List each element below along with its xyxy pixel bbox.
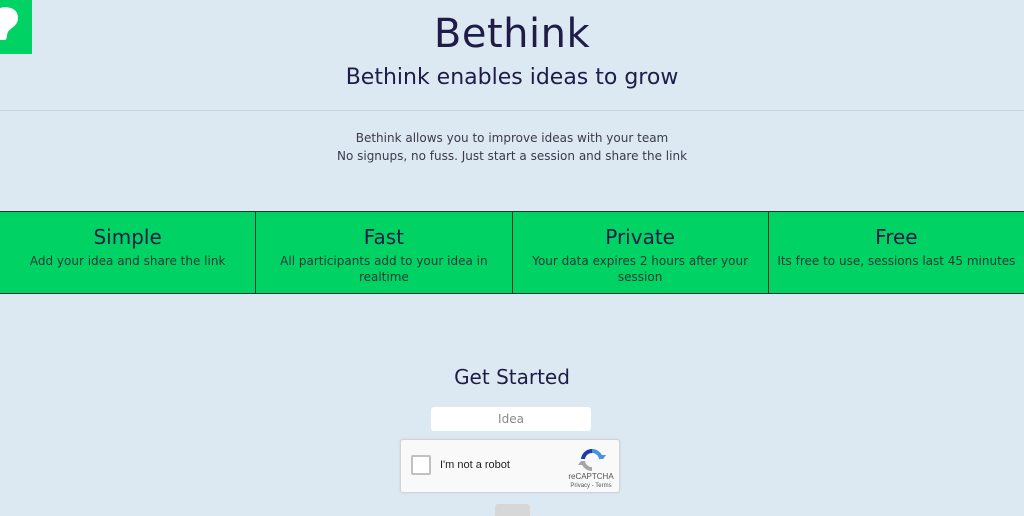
description: Bethink allows you to improve ideas with… [0, 129, 1024, 165]
feature-title: Free [875, 225, 918, 249]
description-line-1: Bethink allows you to improve ideas with… [355, 131, 669, 145]
page-subtitle: Bethink enables ideas to grow [345, 65, 679, 90]
feature-fast: Fast All participants add to your idea i… [256, 211, 513, 294]
feature-text: All participants add to your idea in rea… [280, 254, 488, 284]
recaptcha-links[interactable]: Privacy - Terms [561, 483, 621, 489]
recaptcha-brand: reCAPTCHA [568, 472, 614, 481]
feature-simple: Simple Add your idea and share the link [0, 211, 257, 294]
idea-input[interactable] [431, 407, 591, 431]
feature-text: Its free to use, sessions last 45 minute… [777, 254, 1016, 268]
start-session-button[interactable] [495, 504, 530, 516]
feature-title: Private [605, 225, 675, 249]
features-strip: Simple Add your idea and share the link … [0, 211, 1024, 294]
recaptcha-label: I'm not a robot [440, 459, 510, 471]
get-started-heading: Get Started [454, 365, 570, 389]
page-title: Bethink [433, 11, 591, 57]
recaptcha-checkbox[interactable] [411, 455, 431, 475]
feature-free: Free Its free to use, sessions last 45 m… [768, 211, 1024, 294]
header-divider [0, 110, 1024, 111]
recaptcha-widget: I'm not a robot reCAPTCHA Privacy - Term… [400, 439, 620, 493]
feature-text: Add your idea and share the link [29, 254, 226, 268]
feature-title: Simple [93, 225, 162, 249]
description-line-2: No signups, no fuss. Just start a sessio… [336, 149, 688, 163]
feature-private: Private Your data expires 2 hours after … [512, 211, 769, 294]
feature-title: Fast [363, 225, 404, 249]
feature-text: Your data expires 2 hours after your ses… [532, 254, 749, 284]
